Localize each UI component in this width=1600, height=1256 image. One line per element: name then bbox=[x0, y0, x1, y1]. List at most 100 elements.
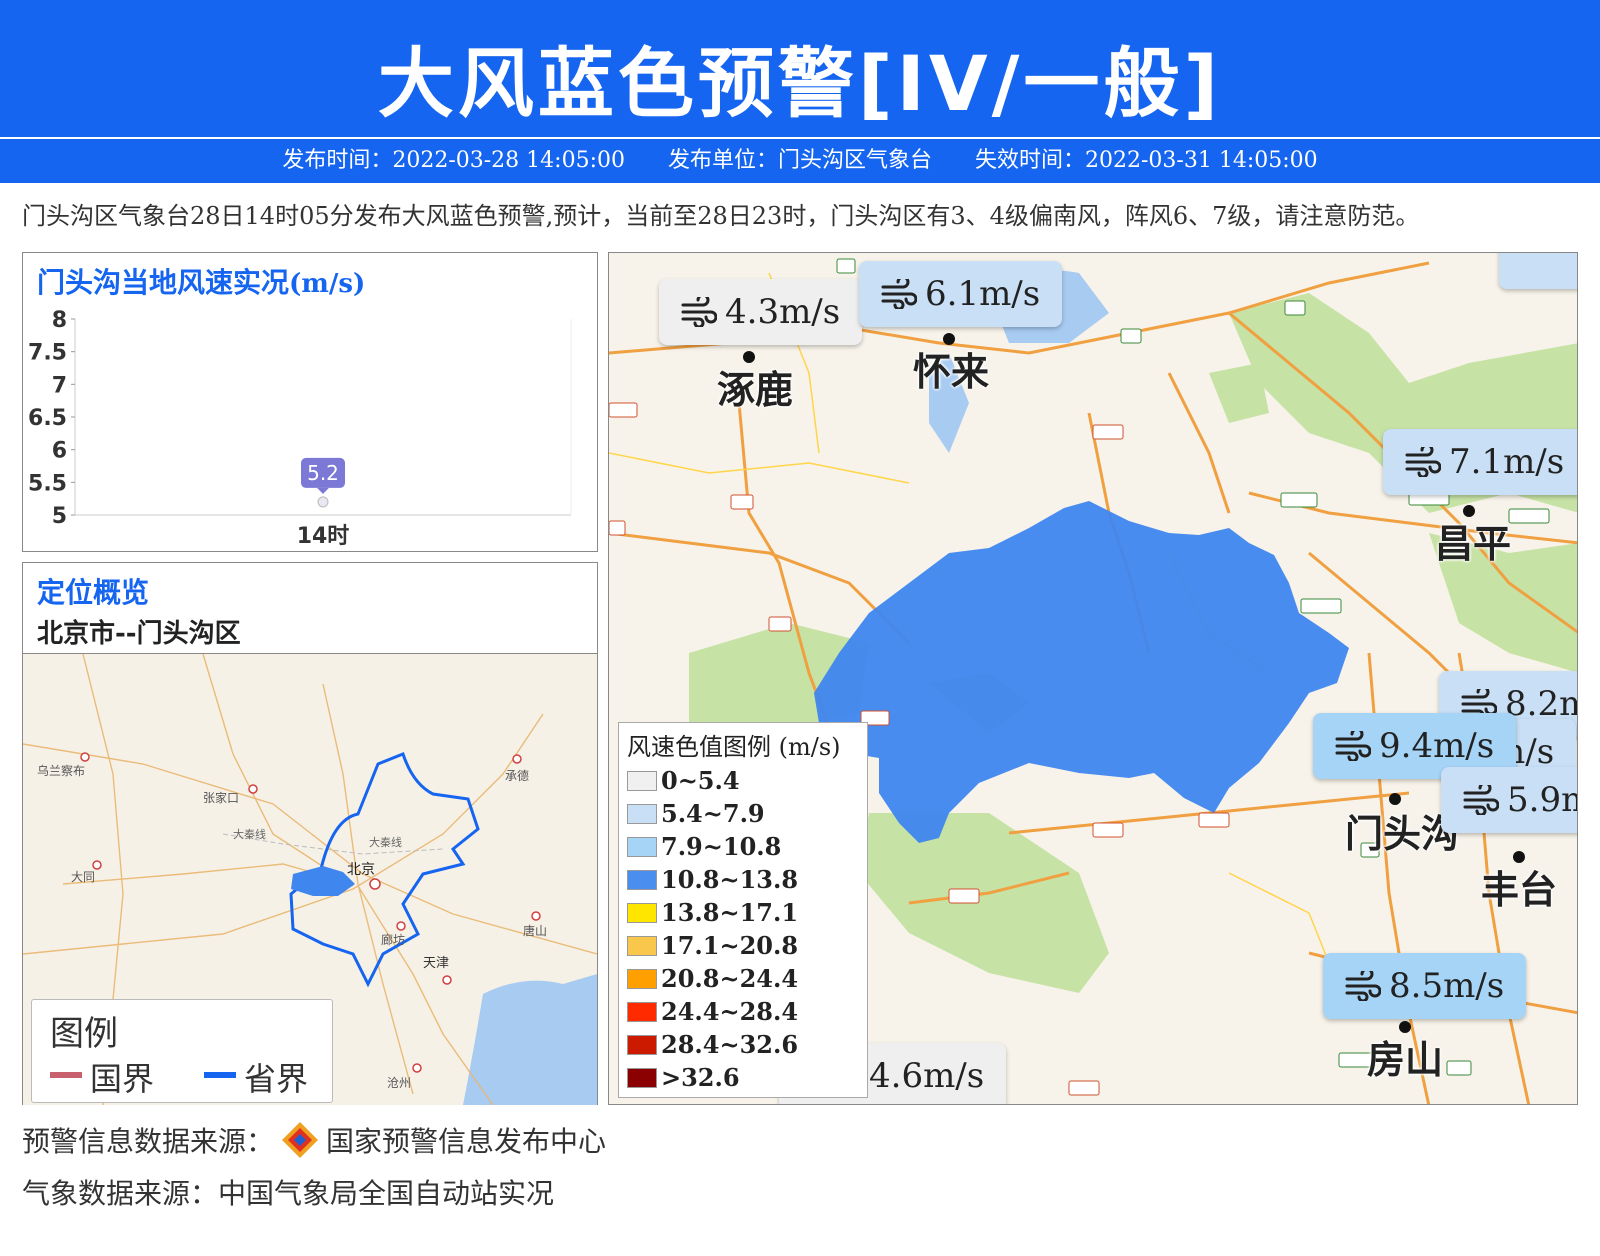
overview-place-tangshan: 唐山 bbox=[523, 924, 548, 938]
wind-legend-label: 13.8~17.1 bbox=[661, 898, 799, 927]
wind-legend-label: 17.1~20.8 bbox=[661, 931, 799, 960]
wind-legend-label: 10.8~13.8 bbox=[661, 865, 799, 894]
overview-road-label-2: 大秦线 bbox=[369, 836, 402, 849]
y-tick-label: 7.5 bbox=[28, 341, 67, 366]
wind-legend-title: 风速色值图例 (m/s) bbox=[627, 733, 841, 761]
overview-place-tianjin: 天津 bbox=[423, 956, 450, 971]
legend-province-border-label: 省界 bbox=[244, 1060, 309, 1098]
wind-chart-panel: 门头沟当地风速实况(m/s) 8 7.5 7 6.5 6 5.5 5 14时 5.2 bbox=[22, 252, 598, 552]
wind-icon bbox=[681, 297, 717, 327]
mentougou-district bbox=[814, 501, 1349, 843]
wind-legend-swatch bbox=[627, 869, 657, 890]
overview-legend-title: 图例 bbox=[50, 1014, 118, 1054]
x-tick-label: 14时 bbox=[297, 524, 350, 549]
wind-reading-value: 4.6m/s bbox=[869, 1056, 985, 1096]
data-point bbox=[317, 496, 329, 508]
wind-legend-label: 24.4~28.4 bbox=[661, 997, 799, 1026]
wind-legend-label: 28.4~32.6 bbox=[661, 1030, 799, 1059]
wind-reading-zhuolu[interactable]: 4.3m/s bbox=[659, 279, 863, 345]
overview-place-wulanchabu: 乌兰察布 bbox=[37, 764, 86, 778]
wind-icon bbox=[881, 279, 917, 309]
wind-chart: 8 7.5 7 6.5 6 5.5 5 14时 5.2 bbox=[28, 308, 572, 549]
wind-legend-item: 24.4~28.4 bbox=[627, 995, 859, 1028]
wind-legend-swatch bbox=[627, 770, 657, 791]
wind-legend-item: 7.9~10.8 bbox=[627, 830, 859, 863]
publish-time: 发布时间：2022-03-28 14:05:00 bbox=[282, 148, 625, 173]
city-label-zhuolu: 涿鹿 bbox=[717, 368, 794, 412]
overview-place-zhangjiakou: 张家口 bbox=[203, 791, 240, 805]
legend-national-border-swatch bbox=[50, 1072, 82, 1078]
wind-reading-fengtai[interactable]: 5.9m/s bbox=[1441, 767, 1577, 833]
wind-legend-swatch bbox=[627, 968, 657, 989]
wind-reading-changping[interactable]: 7.1m/s bbox=[1383, 429, 1577, 495]
wind-legend-label: 7.9~10.8 bbox=[661, 832, 782, 861]
overview-place-langfang: 廊坊 bbox=[381, 933, 406, 947]
legend-province-border-swatch bbox=[204, 1072, 236, 1078]
wind-legend-swatch bbox=[627, 935, 657, 956]
warning-source-org[interactable]: 国家预警信息发布中心 bbox=[326, 1120, 606, 1160]
wind-legend-swatch bbox=[627, 902, 657, 923]
weather-source: 气象数据来源：中国气象局全国自动站实况 bbox=[22, 1177, 555, 1210]
wind-icon bbox=[1345, 971, 1381, 1001]
wind-legend-item: 17.1~20.8 bbox=[627, 929, 859, 962]
wind-icon bbox=[1463, 785, 1499, 815]
wind-legend-label: 5.4~7.9 bbox=[661, 799, 765, 828]
wind-reading-fangshan[interactable]: 8.5m/s bbox=[1323, 953, 1527, 1019]
wind-legend-item: 10.8~13.8 bbox=[627, 863, 859, 896]
wind-reading-huailai[interactable]: 6.1m/s bbox=[859, 261, 1063, 327]
overview-legend: 图例 国界 省界 bbox=[31, 999, 333, 1103]
wind-legend-rows: 0~5.4 5.4~7.9 7.9~10.8 10.8~13.8 13.8~17.1 17… bbox=[627, 764, 859, 1094]
expire-time: 失效时间：2022-03-31 14:05:00 bbox=[975, 148, 1318, 173]
warning-center-logo-icon bbox=[282, 1122, 319, 1158]
wind-icon bbox=[1335, 731, 1371, 761]
wind-legend-item: 5.4~7.9 bbox=[627, 797, 859, 830]
wind-legend-label: 20.8~24.4 bbox=[661, 964, 799, 993]
wind-legend-swatch bbox=[627, 836, 657, 857]
wind-legend-item: 13.8~17.1 bbox=[627, 896, 859, 929]
wind-legend-item: >32.6 bbox=[627, 1061, 859, 1094]
warning-title: 大风蓝色预警[IV/一般] bbox=[377, 39, 1223, 128]
wind-legend-swatch bbox=[627, 803, 657, 824]
overview-place-beijing: 北京 bbox=[347, 862, 375, 878]
overview-place-chengde: 承德 bbox=[505, 769, 530, 783]
wind-reading-value: 5.9m/s bbox=[1507, 780, 1577, 820]
wind-reading-value: 8.5m/s bbox=[1389, 966, 1505, 1006]
warning-source: 预警信息数据来源： 国家预警信息发布中心 bbox=[22, 1120, 606, 1160]
data-label: 5.2 bbox=[307, 461, 339, 485]
wind-legend-item: 28.4~32.6 bbox=[627, 1028, 859, 1061]
wind-color-legend: 风速色值图例 (m/s) 0~5.4 5.4~7.9 7.9~10.8 10.8~13… bbox=[618, 722, 868, 1098]
warning-source-label: 预警信息数据来源： bbox=[22, 1125, 275, 1158]
warning-description: 门头沟区气象台28日14时05分发布大风蓝色预警,预计，当前至28日23时，门头… bbox=[22, 202, 1420, 230]
wind-reading-value: 8.2m/s bbox=[1505, 684, 1577, 724]
info-bar: 发布时间：2022-03-28 14:05:00 发布单位：门头沟区气象台 失效… bbox=[0, 139, 1600, 183]
y-tick-label: 7 bbox=[52, 373, 67, 398]
city-label-changping: 昌平 bbox=[1435, 522, 1512, 566]
wind-legend-item: 20.8~24.4 bbox=[627, 962, 859, 995]
city-label-fengtai: 丰台 bbox=[1481, 868, 1558, 912]
y-tick-label: 6 bbox=[52, 439, 67, 464]
wind-reading-value: 4.3m/s bbox=[725, 292, 841, 332]
wind-legend-swatch bbox=[627, 1001, 657, 1022]
wind-legend-label: 0~5.4 bbox=[661, 766, 740, 795]
wind-reading-value: 6.1m/s bbox=[925, 274, 1041, 314]
wind-legend-item: 0~5.4 bbox=[627, 764, 859, 797]
location-title: 定位概览 bbox=[37, 576, 150, 609]
location-subtitle: 北京市--门头沟区 bbox=[37, 619, 241, 649]
overview-place-datong: 大同 bbox=[71, 870, 96, 884]
city-label-huailai: 怀来 bbox=[913, 350, 990, 394]
y-tick-label: 5.5 bbox=[28, 471, 67, 496]
legend-national-border-label: 国界 bbox=[90, 1060, 155, 1098]
y-tick-label: 5 bbox=[52, 504, 67, 529]
wind-reading-value: 7.1m/s bbox=[1449, 442, 1565, 482]
data-label-pointer bbox=[317, 487, 329, 494]
y-tick-label: 8 bbox=[52, 308, 67, 333]
wind-reading-edge-top[interactable] bbox=[1499, 253, 1577, 289]
location-panel: 定位概览 北京市--门头沟区 乌兰察布 张家口 承德 大同 北京 廊坊 唐山 天… bbox=[22, 562, 598, 1105]
publisher: 发布单位：门头沟区气象台 bbox=[667, 148, 932, 173]
y-tick-label: 6.5 bbox=[28, 406, 67, 431]
wind-legend-label: >32.6 bbox=[661, 1063, 740, 1092]
title-bar: 大风蓝色预警[IV/一般] bbox=[0, 0, 1600, 137]
wind-icon bbox=[1405, 447, 1441, 477]
city-label-fangshan: 房山 bbox=[1367, 1038, 1444, 1082]
wind-legend-swatch bbox=[627, 1067, 657, 1088]
